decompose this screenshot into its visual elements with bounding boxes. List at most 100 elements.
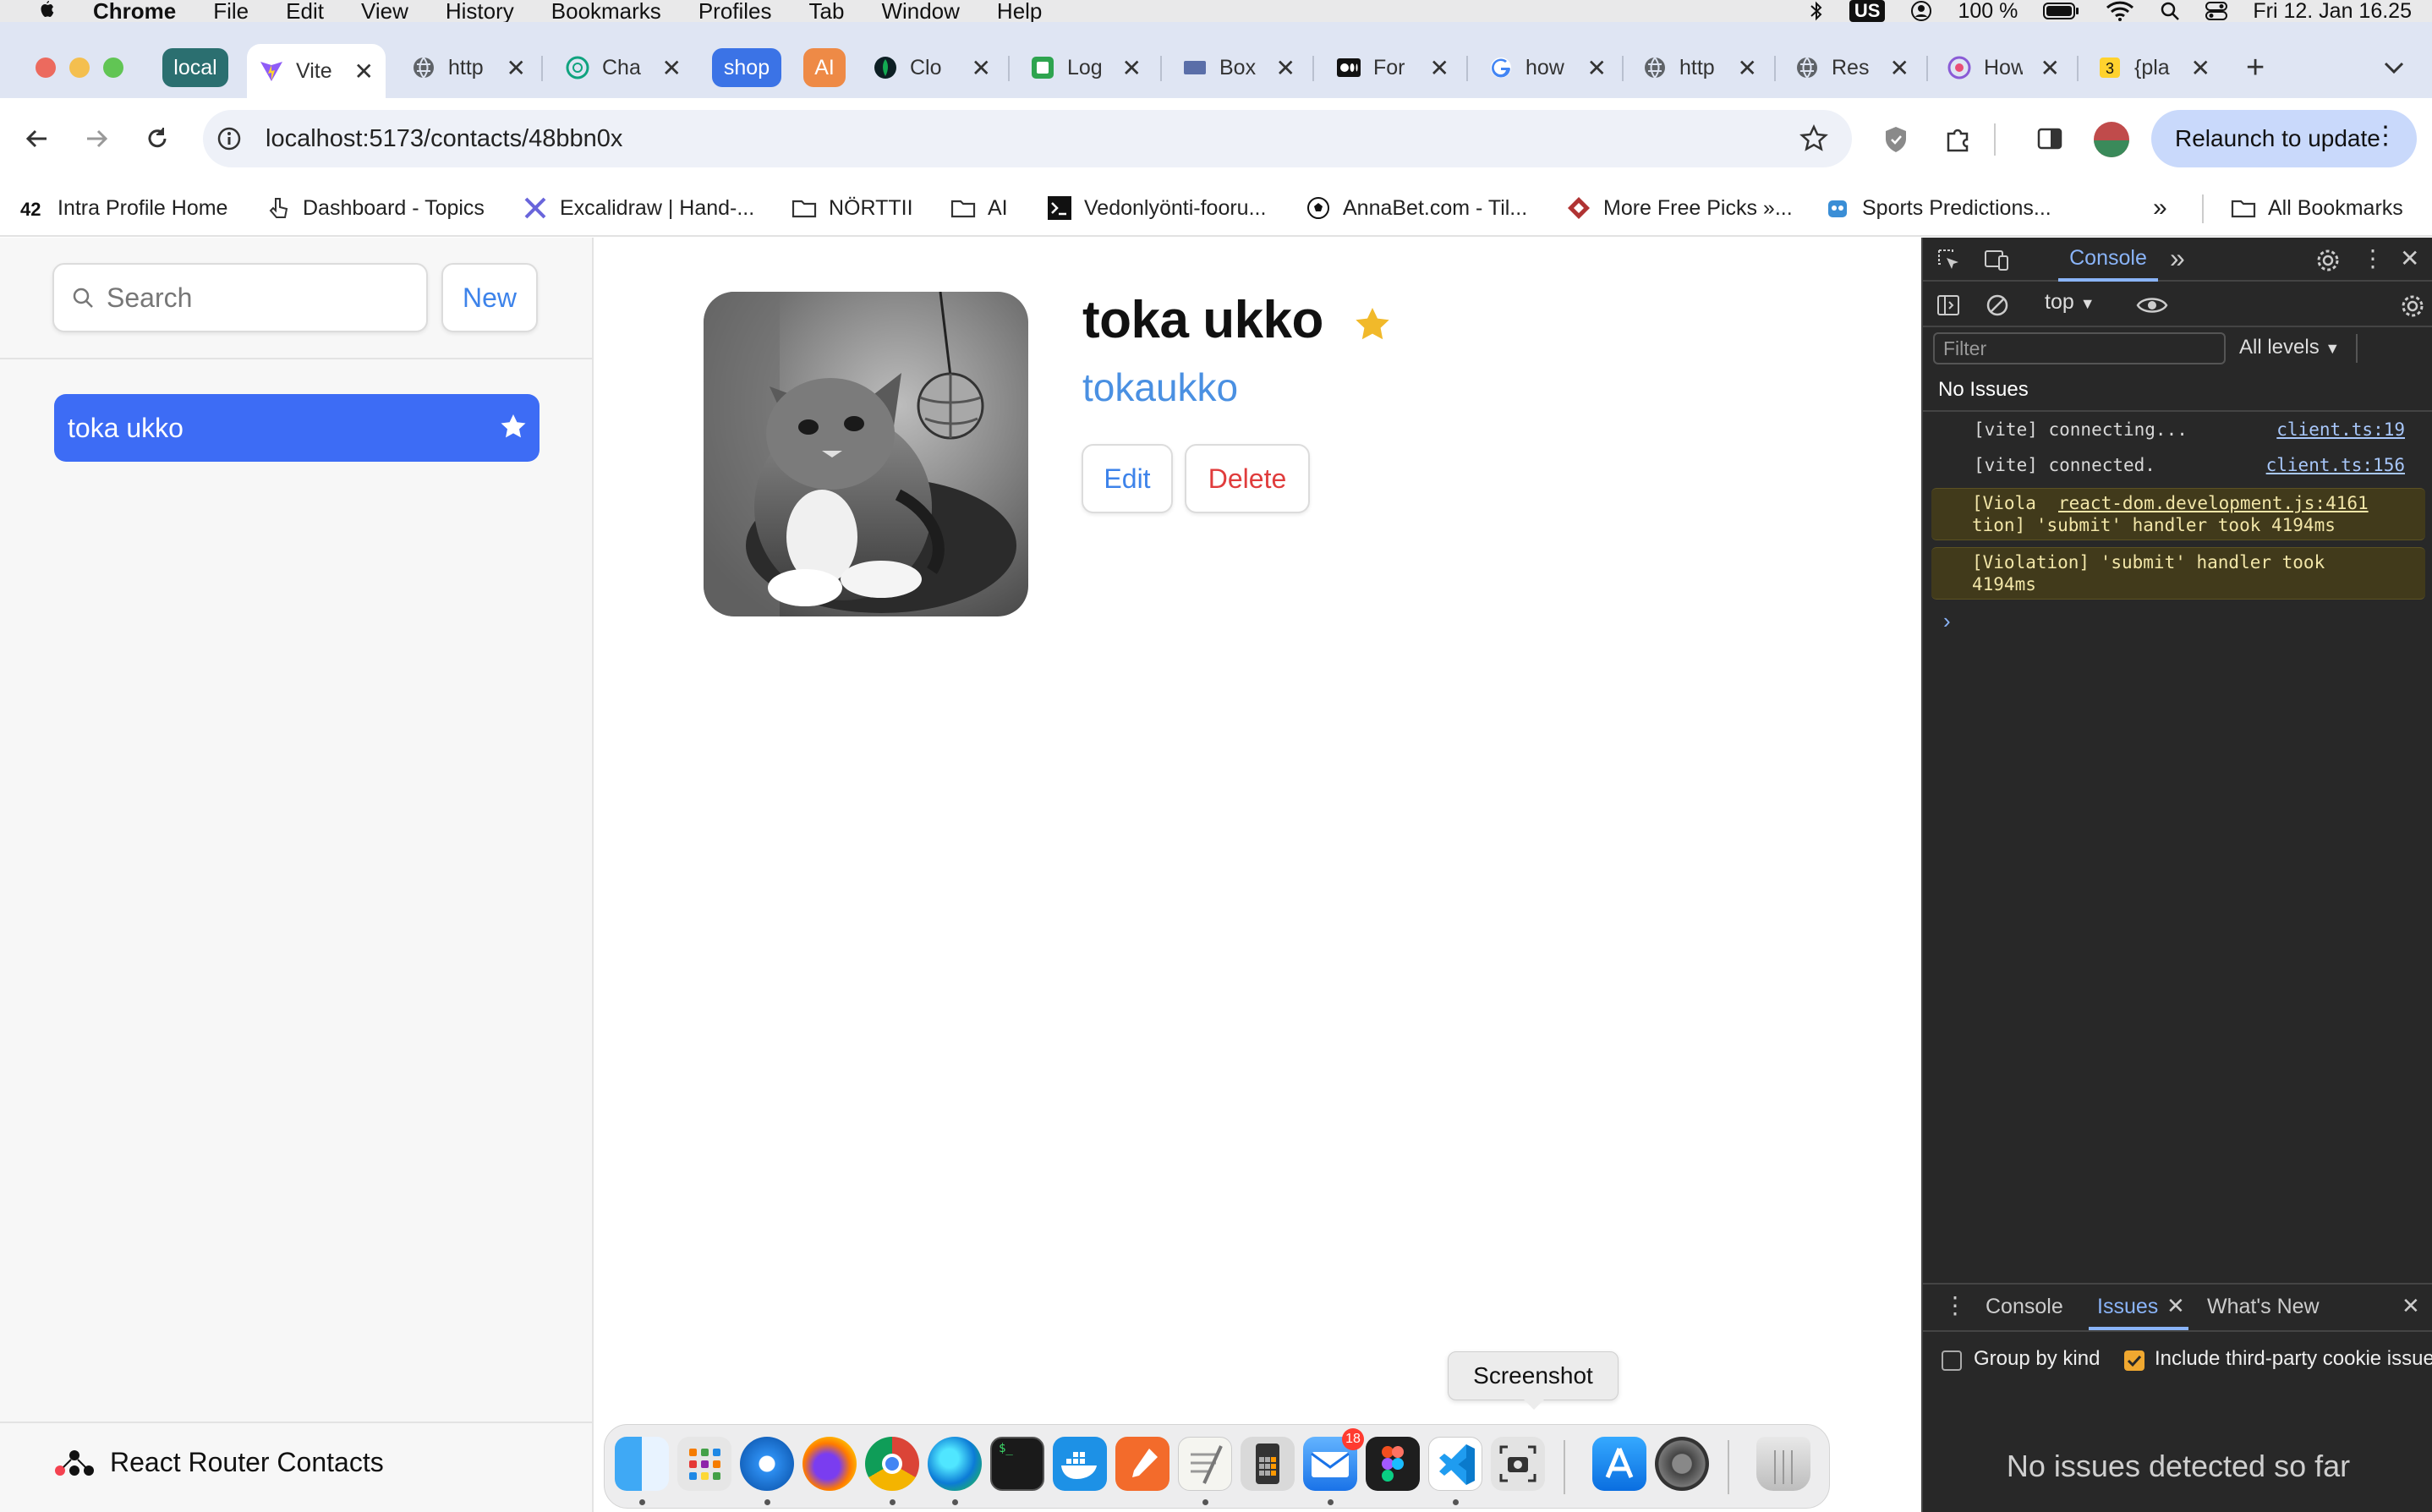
close-icon[interactable]: ✕	[2400, 244, 2419, 272]
terminal-icon[interactable]: $_	[990, 1437, 1044, 1491]
new-tab-button[interactable]: +	[2246, 44, 2280, 91]
system-settings-icon[interactable]	[1655, 1437, 1709, 1491]
menu-history[interactable]: History	[446, 0, 514, 22]
include-third-party-checkbox[interactable]	[2124, 1350, 2144, 1371]
tab-log[interactable]: Log ✕	[1030, 44, 1142, 91]
favorite-toggle-star-icon[interactable]	[1353, 305, 1392, 344]
all-bookmarks-button[interactable]: All Bookmarks	[2231, 191, 2403, 225]
bookmark-intra-profile[interactable]: 42 Intra Profile Home	[20, 191, 227, 225]
textedit-icon[interactable]	[1178, 1437, 1232, 1491]
new-contact-button[interactable]: New	[441, 263, 538, 332]
clear-console-icon[interactable]	[1986, 293, 2009, 317]
inspect-element-icon[interactable]	[1936, 248, 1962, 273]
close-icon[interactable]: ✕	[2191, 54, 2210, 82]
figma-icon[interactable]	[1366, 1437, 1420, 1491]
device-toolbar-icon[interactable]	[1984, 248, 2011, 273]
control-center-icon[interactable]	[2205, 1, 2228, 21]
site-info-icon[interactable]	[216, 126, 242, 151]
close-icon[interactable]: ✕	[1890, 54, 1909, 82]
drawer-tab-whats-new[interactable]: What's New	[2207, 1295, 2320, 1319]
postman-icon[interactable]	[1115, 1437, 1169, 1491]
user-account-icon[interactable]	[1910, 0, 1932, 22]
apple-icon[interactable]	[34, 0, 59, 22]
edit-button[interactable]: Edit	[1082, 444, 1173, 513]
close-icon[interactable]: ✕	[2402, 1293, 2420, 1319]
close-icon[interactable]: ✕	[507, 54, 526, 82]
tab-http[interactable]: http ✕	[411, 44, 526, 91]
log-source-link[interactable]: client.ts:19	[2276, 419, 2405, 441]
screenshot-icon[interactable]	[1491, 1437, 1545, 1491]
launchpad-icon[interactable]	[677, 1437, 731, 1491]
close-icon[interactable]: ✕	[662, 54, 682, 82]
docker-icon[interactable]	[1053, 1437, 1107, 1491]
close-icon[interactable]: ✕	[1738, 54, 1757, 82]
close-icon[interactable]: ✕	[1122, 54, 1142, 82]
delete-button[interactable]: Delete	[1185, 444, 1310, 513]
bookmarks-overflow-button[interactable]: »	[2153, 191, 2167, 225]
bookmark-annabet[interactable]: AnnaBet.com - Til...	[1306, 191, 1527, 225]
kebab-menu-icon[interactable]: ⋮	[1943, 1291, 1967, 1319]
profile-avatar[interactable]	[2094, 122, 2129, 157]
bookmark-dashboard-topics[interactable]: Dashboard - Topics	[266, 191, 485, 225]
window-close-button[interactable]	[36, 58, 56, 78]
edge-icon[interactable]	[928, 1437, 982, 1491]
battery-icon[interactable]	[2043, 2, 2080, 20]
tab-placeholder[interactable]: 3 {pla ✕	[2097, 44, 2210, 91]
close-icon[interactable]: ✕	[2166, 1293, 2185, 1319]
sidebar-toggle-icon[interactable]	[1936, 293, 1960, 317]
tab-google-how[interactable]: how ✕	[1488, 44, 1607, 91]
log-levels-dropdown[interactable]: All levels ▼	[2239, 336, 2340, 359]
close-icon[interactable]: ✕	[1276, 54, 1295, 82]
tab-box[interactable]: Box ✕	[1182, 44, 1295, 91]
menu-bar-clock[interactable]: Fri 12. Jan 16.25	[2253, 0, 2412, 24]
tab-forum[interactable]: For ✕	[1336, 44, 1449, 91]
back-button[interactable]	[14, 115, 61, 162]
bookmark-sports-predictions[interactable]: Sports Predictions...	[1825, 191, 2051, 225]
menu-bookmarks[interactable]: Bookmarks	[551, 0, 661, 22]
wifi-icon[interactable]	[2106, 1, 2134, 21]
console-prompt-chevron-icon[interactable]: ›	[1943, 608, 1951, 634]
trash-icon[interactable]	[1756, 1437, 1810, 1491]
tab-chatgpt[interactable]: Cha ✕	[565, 44, 682, 91]
spotlight-search-icon[interactable]	[2160, 1, 2180, 21]
tab-how[interactable]: How ✕	[1947, 44, 2060, 91]
mail-icon[interactable]: 18	[1303, 1428, 1364, 1491]
tab-group-local[interactable]: local	[162, 48, 228, 87]
warning-source-link[interactable]: react-dom.development.js:4161	[2058, 492, 2369, 514]
close-icon[interactable]: ✕	[1587, 54, 1607, 82]
vscode-icon[interactable]	[1428, 1437, 1482, 1491]
menu-window[interactable]: Window	[881, 0, 959, 22]
firefox-icon[interactable]	[802, 1437, 857, 1491]
keyboard-input-badge[interactable]: US	[1849, 0, 1886, 22]
log-source-link[interactable]: client.ts:156	[2266, 454, 2405, 476]
menu-file[interactable]: File	[213, 0, 249, 22]
bookmark-excalidraw[interactable]: Excalidraw | Hand-...	[523, 191, 754, 225]
menu-profiles[interactable]: Profiles	[698, 0, 772, 22]
tab-res[interactable]: Res ✕	[1794, 44, 1909, 91]
finder-icon[interactable]	[615, 1437, 669, 1491]
menu-edit[interactable]: Edit	[286, 0, 324, 22]
safari-icon[interactable]	[740, 1437, 794, 1491]
drawer-tab-issues[interactable]: Issues	[2097, 1295, 2158, 1319]
menu-help[interactable]: Help	[997, 0, 1042, 22]
reload-button[interactable]	[134, 115, 181, 162]
kebab-menu-icon[interactable]: ⋮	[2361, 244, 2385, 272]
tab-cloud[interactable]: Clo ✕	[873, 44, 991, 91]
search-input[interactable]	[107, 282, 394, 314]
bookmark-folder-ai[interactable]: AI	[950, 191, 1008, 225]
tab-group-shop[interactable]: shop	[712, 48, 781, 87]
drawer-tab-console[interactable]: Console	[1986, 1295, 2063, 1319]
forward-button[interactable]	[73, 115, 120, 162]
issues-count-label[interactable]: No Issues	[1938, 378, 2029, 402]
side-panel-icon[interactable]	[2036, 125, 2063, 152]
console-settings-gear-icon[interactable]	[2400, 293, 2425, 319]
app-store-icon[interactable]	[1592, 1437, 1646, 1491]
context-selector[interactable]: top ▼	[2045, 290, 2095, 315]
tab-group-ai[interactable]: AI	[803, 48, 846, 87]
more-tabs-chevron-icon[interactable]: »	[2170, 243, 2185, 274]
relaunch-to-update-button[interactable]: Relaunch to update ⋮	[2151, 110, 2417, 167]
gear-icon[interactable]	[2315, 248, 2341, 273]
close-icon[interactable]: ✕	[972, 54, 991, 82]
eye-icon[interactable]	[2136, 293, 2168, 317]
bookmark-more-free-picks[interactable]: More Free Picks »...	[1566, 191, 1793, 225]
